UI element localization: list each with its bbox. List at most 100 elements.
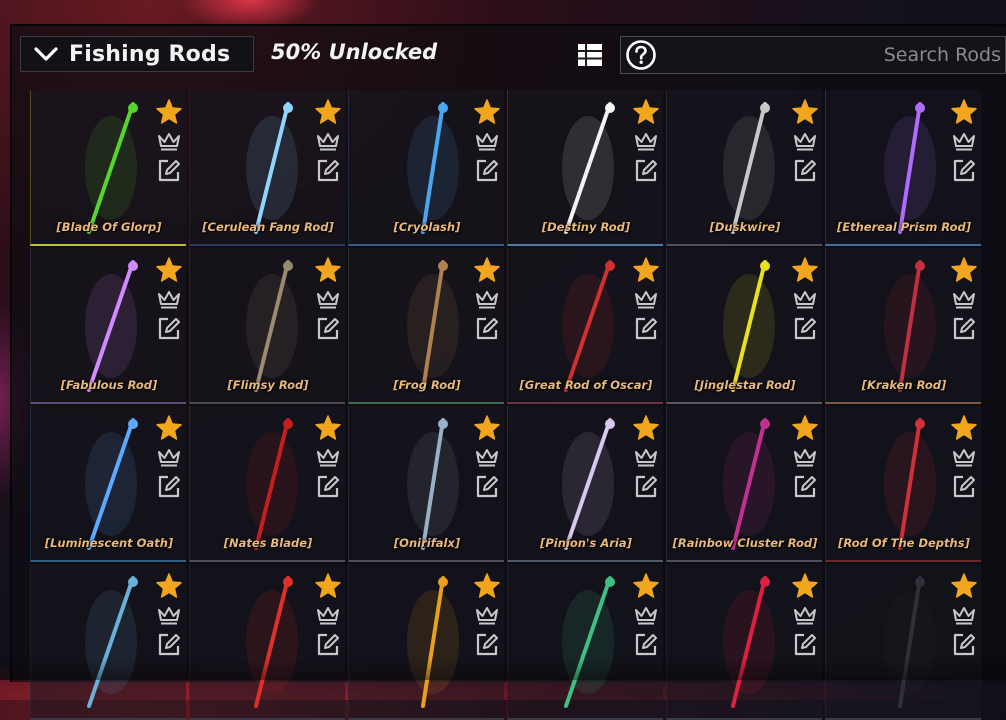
favorite-star-icon[interactable] bbox=[791, 572, 819, 600]
favorite-star-icon[interactable] bbox=[632, 256, 660, 284]
rod-tip bbox=[283, 419, 293, 429]
grid-view-icon[interactable] bbox=[577, 43, 603, 67]
rod-tip bbox=[605, 577, 615, 587]
rod-name: [Luminescent Oath] bbox=[44, 536, 174, 550]
favorite-star-icon[interactable] bbox=[314, 98, 342, 126]
crown-icon bbox=[476, 607, 498, 625]
favorite-star-icon[interactable] bbox=[473, 98, 501, 126]
favorite-star-icon[interactable] bbox=[791, 98, 819, 126]
rod-card[interactable] bbox=[189, 564, 345, 720]
crown-icon bbox=[317, 291, 339, 309]
search-box[interactable] bbox=[578, 36, 1006, 74]
edit-icon[interactable] bbox=[156, 316, 182, 342]
favorite-star-icon[interactable] bbox=[950, 256, 978, 284]
favorite-star-icon[interactable] bbox=[473, 414, 501, 442]
rod-card[interactable] bbox=[348, 564, 504, 720]
crown-icon bbox=[794, 291, 816, 309]
rod-tip bbox=[438, 577, 448, 587]
rod-card[interactable]: [Fabulous Rod] bbox=[30, 248, 186, 404]
edit-icon[interactable] bbox=[156, 474, 182, 500]
rod-card[interactable]: [Jinglestar Rod] bbox=[666, 248, 822, 404]
crown-icon bbox=[158, 133, 180, 151]
rod-card[interactable]: [Cerulean Fang Rod] bbox=[189, 90, 345, 246]
edit-icon[interactable] bbox=[633, 316, 659, 342]
rod-card[interactable] bbox=[666, 564, 822, 720]
favorite-star-icon[interactable] bbox=[950, 414, 978, 442]
crown-icon bbox=[476, 449, 498, 467]
rod-card[interactable]: [Cryolash] bbox=[348, 90, 504, 246]
favorite-star-icon[interactable] bbox=[314, 256, 342, 284]
favorite-star-icon[interactable] bbox=[632, 98, 660, 126]
edit-icon[interactable] bbox=[156, 158, 182, 184]
edit-icon[interactable] bbox=[633, 474, 659, 500]
rod-tip bbox=[760, 103, 770, 113]
rod-tip bbox=[605, 103, 615, 113]
rod-name: [Jinglestar Rod] bbox=[694, 378, 796, 392]
favorite-star-icon[interactable] bbox=[155, 98, 183, 126]
rod-card[interactable]: [Ethereal Prism Rod] bbox=[825, 90, 981, 246]
edit-icon[interactable] bbox=[951, 316, 977, 342]
edit-icon[interactable] bbox=[474, 632, 500, 658]
search-input[interactable] bbox=[665, 37, 1005, 73]
edit-icon[interactable] bbox=[315, 158, 341, 184]
edit-icon[interactable] bbox=[951, 632, 977, 658]
rod-card[interactable]: [Rainbow Cluster Rod] bbox=[666, 406, 822, 562]
edit-icon[interactable] bbox=[792, 316, 818, 342]
rod-card[interactable]: [Pinion's Aria] bbox=[507, 406, 663, 562]
favorite-star-icon[interactable] bbox=[791, 256, 819, 284]
favorite-star-icon[interactable] bbox=[632, 572, 660, 600]
edit-icon[interactable] bbox=[792, 158, 818, 184]
rod-card[interactable] bbox=[507, 564, 663, 720]
rod-card[interactable]: [Blade Of Glorp] bbox=[30, 90, 186, 246]
favorite-star-icon[interactable] bbox=[155, 414, 183, 442]
favorite-star-icon[interactable] bbox=[950, 572, 978, 600]
edit-icon[interactable] bbox=[474, 474, 500, 500]
rod-card[interactable]: [Great Rod of Oscar] bbox=[507, 248, 663, 404]
edit-icon[interactable] bbox=[315, 474, 341, 500]
favorite-star-icon[interactable] bbox=[632, 414, 660, 442]
rod-card[interactable] bbox=[825, 564, 981, 720]
edit-icon[interactable] bbox=[633, 158, 659, 184]
rod-name: [Cryolash] bbox=[393, 220, 461, 234]
edit-icon[interactable] bbox=[951, 474, 977, 500]
rod-name: [Frog Rod] bbox=[393, 378, 461, 392]
rod-name: [Nates Blade] bbox=[223, 536, 313, 550]
rod-card[interactable]: [Luminescent Oath] bbox=[30, 406, 186, 562]
help-icon[interactable] bbox=[625, 39, 657, 71]
edit-icon[interactable] bbox=[315, 316, 341, 342]
favorite-star-icon[interactable] bbox=[314, 414, 342, 442]
rod-tip bbox=[128, 577, 138, 587]
favorite-star-icon[interactable] bbox=[950, 98, 978, 126]
edit-icon[interactable] bbox=[156, 632, 182, 658]
rod-tip bbox=[605, 419, 615, 429]
rod-name: [Duskwire] bbox=[709, 220, 781, 234]
edit-icon[interactable] bbox=[792, 632, 818, 658]
edit-icon[interactable] bbox=[951, 158, 977, 184]
category-dropdown[interactable]: Fishing Rods bbox=[20, 36, 254, 72]
favorite-star-icon[interactable] bbox=[155, 572, 183, 600]
edit-icon[interactable] bbox=[474, 316, 500, 342]
rod-card[interactable] bbox=[30, 564, 186, 720]
edit-icon[interactable] bbox=[474, 158, 500, 184]
crown-icon bbox=[635, 291, 657, 309]
rod-card[interactable]: [Nates Blade] bbox=[189, 406, 345, 562]
favorite-star-icon[interactable] bbox=[473, 256, 501, 284]
favorite-star-icon[interactable] bbox=[155, 256, 183, 284]
rod-card[interactable]: [Rod Of The Depths] bbox=[825, 406, 981, 562]
rod-tip bbox=[915, 261, 925, 271]
rod-card[interactable]: [Duskwire] bbox=[666, 90, 822, 246]
edit-icon[interactable] bbox=[315, 632, 341, 658]
rod-card[interactable]: [Destiny Rod] bbox=[507, 90, 663, 246]
rod-card[interactable]: [Frog Rod] bbox=[348, 248, 504, 404]
rod-card[interactable]: [Kraken Rod] bbox=[825, 248, 981, 404]
crown-icon bbox=[953, 291, 975, 309]
rod-name: [Blade Of Glorp] bbox=[56, 220, 162, 234]
favorite-star-icon[interactable] bbox=[473, 572, 501, 600]
edit-icon[interactable] bbox=[633, 632, 659, 658]
favorite-star-icon[interactable] bbox=[791, 414, 819, 442]
edit-icon[interactable] bbox=[792, 474, 818, 500]
rod-name: [Destiny Rod] bbox=[541, 220, 631, 234]
rod-card[interactable]: [Onirifalx] bbox=[348, 406, 504, 562]
rod-card[interactable]: [Flimsy Rod] bbox=[189, 248, 345, 404]
favorite-star-icon[interactable] bbox=[314, 572, 342, 600]
